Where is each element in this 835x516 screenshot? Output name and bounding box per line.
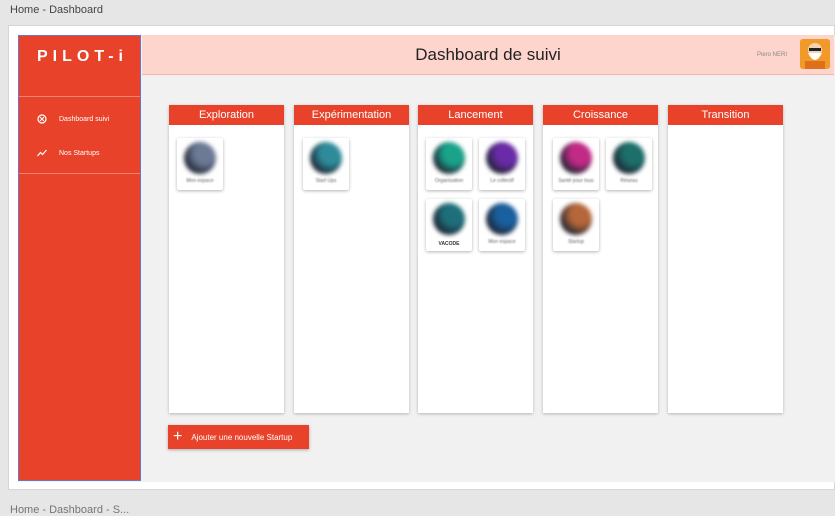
startup-name: Réseau bbox=[620, 178, 638, 184]
startup-name: Organisation bbox=[434, 178, 464, 184]
startup-card[interactable]: Startup bbox=[553, 199, 599, 251]
column-header: Lancement bbox=[418, 105, 533, 125]
startup-card[interactable]: Le collectif bbox=[479, 138, 525, 190]
startup-logo bbox=[613, 142, 645, 174]
startup-logo bbox=[560, 142, 592, 174]
startup-logo bbox=[486, 203, 518, 235]
bottom-breadcrumb: Home - Dashboard - S... bbox=[10, 504, 130, 516]
startup-card[interactable]: Organisation bbox=[426, 138, 472, 190]
column-header: Transition bbox=[668, 105, 783, 125]
startup-name: Mon espace bbox=[186, 178, 214, 184]
app-logo[interactable]: PILOT-i bbox=[37, 48, 128, 66]
user-name[interactable]: Piero NERI bbox=[757, 52, 787, 58]
sidebar-item-dashboard-suivi[interactable]: Dashboard suivi bbox=[19, 108, 140, 130]
startup-name: Santé pour tous bbox=[558, 178, 594, 184]
startup-name: Start Ups bbox=[315, 178, 337, 184]
startup-card[interactable]: Réseau bbox=[606, 138, 652, 190]
column-transition: Transition bbox=[668, 105, 783, 413]
startup-logo bbox=[486, 142, 518, 174]
trend-up-icon bbox=[36, 147, 48, 159]
startup-name: VACODE bbox=[438, 241, 460, 247]
sidebar: PILOT-i Dashboard suivi Nos Startups bbox=[18, 35, 141, 481]
sidebar-item-nos-startups[interactable]: Nos Startups bbox=[19, 142, 140, 164]
sidebar-item-label: Nos Startups bbox=[59, 149, 100, 157]
startup-name: Startup bbox=[567, 239, 585, 245]
startup-name: Le collectif bbox=[490, 178, 514, 184]
target-icon bbox=[36, 113, 48, 125]
add-startup-button[interactable]: + Ajouter une nouvelle Startup bbox=[168, 425, 309, 449]
startup-card[interactable]: Mon espace bbox=[479, 199, 525, 251]
startup-logo bbox=[560, 203, 592, 235]
sidebar-item-label: Dashboard suivi bbox=[59, 115, 110, 123]
startup-card[interactable]: Start Ups bbox=[303, 138, 349, 190]
window-breadcrumb: Home - Dashboard bbox=[10, 4, 103, 16]
avatar[interactable] bbox=[800, 39, 830, 69]
sidebar-divider bbox=[19, 173, 140, 174]
startup-logo bbox=[310, 142, 342, 174]
sidebar-divider bbox=[19, 96, 140, 97]
page-header: Dashboard de suivi Piero NERI bbox=[142, 35, 834, 75]
column-header: Expérimentation bbox=[294, 105, 409, 125]
startup-logo bbox=[433, 142, 465, 174]
column-header: Exploration bbox=[169, 105, 284, 125]
page-title: Dashboard de suivi bbox=[415, 45, 561, 64]
startup-card[interactable]: Mon espace bbox=[177, 138, 223, 190]
startup-logo bbox=[433, 203, 465, 235]
startup-logo bbox=[184, 142, 216, 174]
plus-icon: + bbox=[173, 428, 183, 445]
add-startup-label: Ajouter une nouvelle Startup bbox=[191, 432, 293, 442]
column-header: Croissance bbox=[543, 105, 658, 125]
startup-name: Mon espace bbox=[488, 239, 516, 245]
app: PILOT-i Dashboard suivi Nos Startups Das… bbox=[18, 35, 835, 482]
startup-card[interactable]: VACODE bbox=[426, 199, 472, 251]
startup-card[interactable]: Santé pour tous bbox=[553, 138, 599, 190]
